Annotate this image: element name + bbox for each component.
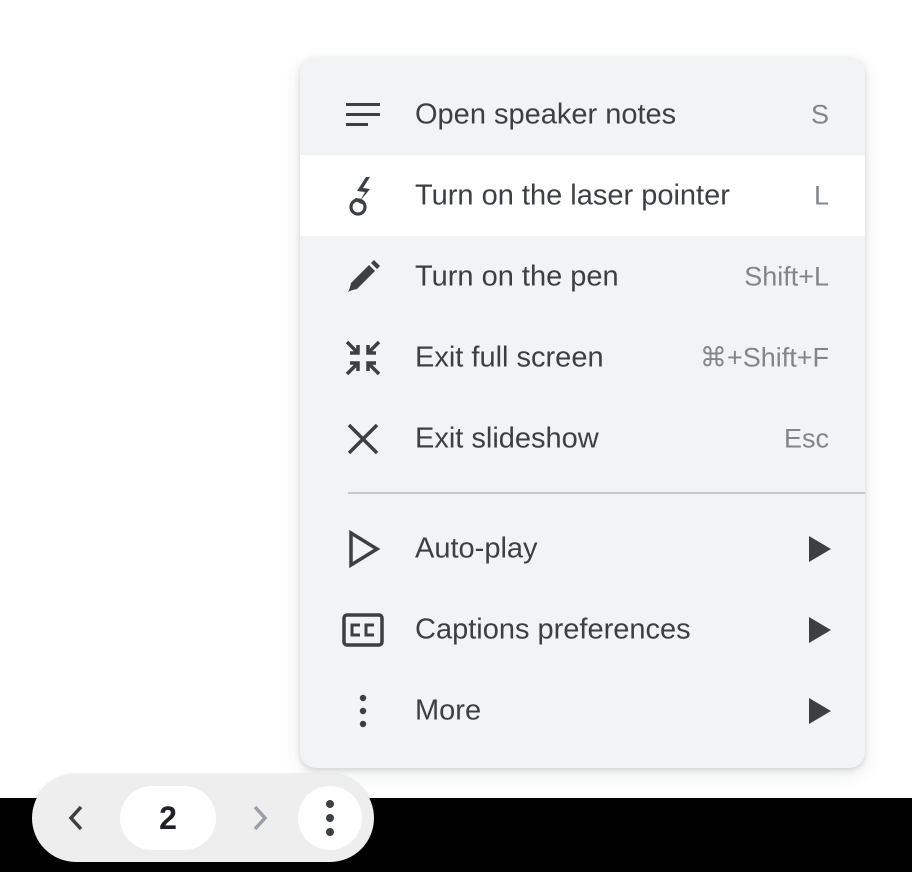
menu-item-label: Exit full screen (415, 341, 604, 373)
menu-item-shortcut: L (813, 180, 829, 210)
chevron-right-icon (253, 805, 268, 831)
chevron-left-icon (68, 805, 83, 831)
closed-captions-icon (340, 607, 386, 653)
menu-divider (348, 492, 865, 494)
menu-item-shortcut: S (810, 99, 829, 129)
menu-item-captions-preferences[interactable]: Captions preferences (300, 589, 865, 670)
play-outline-icon (340, 526, 386, 572)
menu-item-auto-play[interactable]: Auto-play (300, 508, 865, 589)
menu-item-label: Turn on the pen (415, 260, 619, 292)
menu-item-shortcut: ⌘+Shift+F (699, 342, 829, 372)
menu-item-laser-pointer[interactable]: Turn on the laser pointer L (300, 155, 865, 236)
menu-item-label: Auto-play (415, 532, 538, 564)
menu-item-pen[interactable]: Turn on the pen Shift+L (300, 236, 865, 317)
menu-item-exit-slideshow[interactable]: Exit slideshow Esc (300, 398, 865, 479)
menu-item-label: Captions preferences (415, 613, 691, 645)
menu-item-open-speaker-notes[interactable]: Open speaker notes S (300, 74, 865, 155)
previous-slide-button[interactable] (44, 786, 108, 850)
more-vert-icon (326, 800, 334, 836)
next-slide-button[interactable] (228, 786, 292, 850)
slide-number-input[interactable]: 2 (120, 786, 216, 850)
menu-item-label: Exit slideshow (415, 422, 599, 454)
notes-icon (340, 92, 386, 138)
menu-item-more[interactable]: More (300, 670, 865, 751)
close-icon (340, 416, 386, 462)
menu-item-label: More (415, 694, 482, 726)
submenu-arrow-icon (809, 535, 831, 562)
menu-item-label: Open speaker notes (415, 98, 677, 130)
slide-navigation-bar: 2 (32, 774, 374, 862)
submenu-arrow-icon (809, 697, 831, 724)
more-vert-icon (340, 688, 386, 734)
pen-icon (340, 254, 386, 300)
exit-fullscreen-icon (340, 335, 386, 381)
menu-item-exit-full-screen[interactable]: Exit full screen ⌘+Shift+F (300, 317, 865, 398)
menu-item-shortcut: Esc (783, 423, 829, 453)
presenter-options-menu: Open speaker notes S Turn on the laser p… (300, 57, 865, 768)
laser-pointer-icon (340, 173, 386, 219)
submenu-arrow-icon (809, 616, 831, 643)
presenter-options-button[interactable] (298, 786, 362, 850)
menu-item-label: Turn on the laser pointer (415, 179, 730, 211)
menu-item-shortcut: Shift+L (744, 261, 829, 291)
